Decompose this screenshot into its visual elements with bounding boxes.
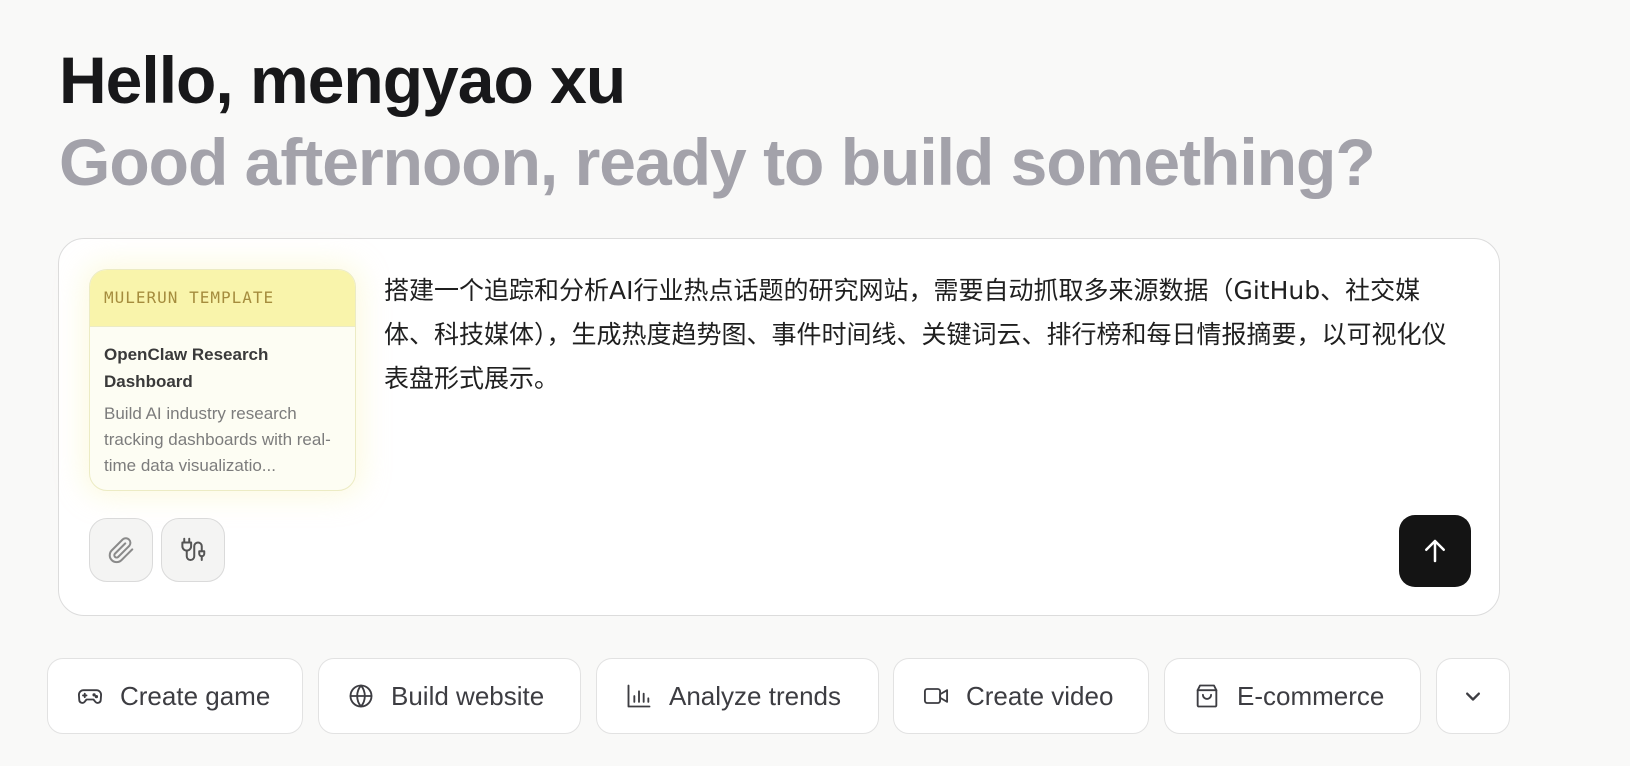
greeting-subtitle: Good afternoon, ready to build something…	[59, 125, 1376, 199]
video-camera-icon	[923, 688, 949, 704]
arrow-up-icon	[1425, 539, 1445, 563]
attach-button[interactable]	[89, 518, 153, 582]
create-video-label: Create video	[966, 680, 1114, 711]
shopping-bag-icon	[1196, 684, 1218, 708]
template-title: OpenClaw Research Dashboard	[104, 345, 269, 391]
ecommerce-chip[interactable]: E-commerce	[1164, 658, 1421, 734]
analyze-trends-label: Analyze trends	[669, 680, 841, 711]
greeting-title: Hello, mengyao xu	[59, 43, 626, 117]
analyze-trends-chip[interactable]: Analyze trends	[596, 658, 879, 734]
prompt-composer: MULERUN TEMPLATE OpenClaw Research Dashb…	[58, 238, 1500, 616]
plug-icon	[181, 537, 206, 561]
more-actions-button[interactable]	[1436, 658, 1510, 734]
template-card[interactable]: MULERUN TEMPLATE OpenClaw Research Dashb…	[89, 269, 356, 491]
chevron-down-icon	[1466, 692, 1480, 701]
ecommerce-label: E-commerce	[1237, 680, 1385, 711]
plugin-button[interactable]	[161, 518, 225, 582]
bar-chart-icon	[627, 684, 651, 708]
template-description: Build AI industry research tracking dash…	[104, 404, 331, 475]
create-video-chip[interactable]: Create video	[893, 658, 1149, 734]
build-website-chip[interactable]: Build website	[318, 658, 581, 734]
send-button[interactable]	[1399, 515, 1471, 587]
globe-icon	[349, 684, 373, 708]
create-game-label: Create game	[120, 680, 271, 711]
template-tag: MULERUN TEMPLATE	[90, 270, 355, 327]
gamepad-icon	[77, 689, 103, 704]
paperclip-icon	[108, 537, 134, 564]
home-page: Hello, mengyao xu Good afternoon, ready …	[0, 0, 1630, 766]
create-game-chip[interactable]: Create game	[47, 658, 303, 734]
prompt-input[interactable]: 搭建一个追踪和分析AI行业热点话题的研究网站，需要自动抓取多来源数据（GitHu…	[384, 269, 1464, 401]
build-website-label: Build website	[391, 680, 545, 711]
